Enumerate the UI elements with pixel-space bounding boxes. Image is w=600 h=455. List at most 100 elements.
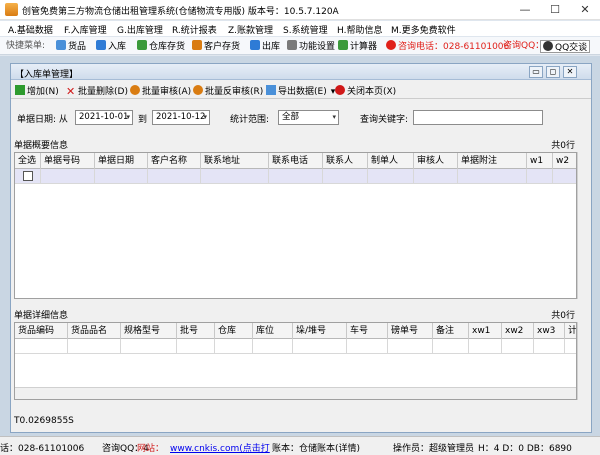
status-website-label: 网站：	[137, 444, 165, 454]
title-bar: 创管免费第三方物流仓储出租管理系统(仓储物流专用版) 版本号：10.5.7.12…	[0, 0, 600, 20]
summary-title: 单据概要信息	[14, 141, 69, 151]
menu-bar: A.基础数据 F.入库管理 G.出库管理 R.统计报表 Z.账款管理 S.系统管…	[0, 21, 600, 36]
status-bar: 话：028-61101006 咨询QQ：4 网站： www.cnkis.com(…	[0, 436, 600, 455]
col-vehicle-no[interactable]: 车号	[347, 323, 388, 339]
qq-chat-button[interactable]: QQ交谈	[540, 40, 591, 53]
menu-system[interactable]: S.系统管理	[283, 23, 328, 36]
gear-icon	[287, 40, 297, 50]
plus-icon	[15, 85, 25, 95]
date-from-picker[interactable]: 2021-10-01 ▾	[75, 110, 133, 125]
inbound-arrow-icon	[96, 40, 106, 50]
quick-customer-stock[interactable]: 客户存货	[192, 40, 240, 53]
col-xw2[interactable]: xw2	[502, 323, 534, 339]
detail-horizontal-scrollbar[interactable]	[15, 387, 576, 399]
col-warehouse[interactable]: 仓库	[215, 323, 253, 339]
chevron-down-icon: ▾	[332, 113, 336, 121]
col-order-date[interactable]: 单据日期	[95, 153, 148, 169]
col-goods-name[interactable]: 货品品名	[68, 323, 121, 339]
col-approver[interactable]: 审核人	[414, 153, 458, 169]
add-button[interactable]: 增加(N)	[15, 84, 59, 97]
date-to-picker[interactable]: 2021-10-12 ▾	[152, 110, 210, 125]
row-checkbox[interactable]	[23, 171, 33, 181]
menu-outbound[interactable]: G.出库管理	[117, 23, 163, 36]
select-all-header[interactable]: 全选	[15, 153, 41, 169]
col-w1[interactable]: w1	[527, 153, 553, 169]
batch-delete-button[interactable]: ✕ 批量删除(D)	[66, 84, 128, 97]
scope-label: 统计范围:	[230, 115, 270, 125]
keyword-label: 查询关键字:	[360, 115, 409, 125]
elapsed-time-text: T0.0269855S	[14, 416, 74, 426]
maximize-button[interactable]: ☐	[540, 0, 570, 20]
menu-help[interactable]: H.帮助信息	[337, 23, 382, 36]
status-account: 账本：仓储账本(详情)	[272, 444, 361, 454]
col-rent-method[interactable]: 计租方式	[565, 323, 576, 339]
status-counters: H：4 D：0 DB：6890	[478, 444, 572, 454]
summary-vertical-scrollbar[interactable]	[577, 152, 590, 299]
scope-select[interactable]: 全部 ▾	[278, 110, 339, 125]
summary-section-header: 单据概要信息 共0行	[11, 136, 591, 151]
summary-count: 共0行	[551, 141, 575, 151]
quick-warehouse-stock[interactable]: 仓库存货	[137, 40, 185, 53]
detail-grid-header: 货品编码 货品品名 规格型号 批号 仓库 库位 垛/堆号 车号 磅单号 备注 x…	[15, 323, 576, 339]
col-xw1[interactable]: xw1	[469, 323, 502, 339]
col-stack-no[interactable]: 垛/堆号	[293, 323, 347, 339]
x-icon: ✕	[66, 85, 76, 98]
col-location[interactable]: 库位	[253, 323, 293, 339]
status-phone: 话：028-61101006	[0, 444, 85, 454]
col-contact[interactable]: 联系人	[323, 153, 368, 169]
export-button[interactable]: 导出数据(E) ▾	[266, 84, 335, 97]
col-maker[interactable]: 制单人	[368, 153, 414, 169]
quick-settings[interactable]: 功能设置	[287, 40, 335, 53]
user-unapprove-icon	[193, 85, 203, 95]
qq-icon	[543, 41, 553, 51]
calendar-dropdown-icon: ▾	[126, 113, 130, 121]
menu-reports[interactable]: R.统计报表	[172, 23, 217, 36]
col-customer[interactable]: 客户名称	[148, 153, 201, 169]
window-title: 创管免费第三方物流仓储出租管理系统(仓储物流专用版) 版本号：10.5.7.12…	[22, 7, 339, 17]
keyword-input[interactable]	[413, 110, 543, 125]
close-page-button[interactable]: 关闭本页(X)	[335, 84, 396, 97]
phone-icon	[386, 40, 396, 50]
outbound-arrow-icon	[250, 40, 260, 50]
col-weigh-no[interactable]: 磅单号	[388, 323, 433, 339]
filter-bar: 单据日期: 从 2021-10-01 ▾ 到 2021-10-12 ▾ 统计范围: …	[11, 106, 591, 130]
quick-bar: 快捷菜单: 货品 入库 仓库存货 客户存货 出库 功能设置 计算器 咨询电话：0…	[0, 37, 600, 55]
menu-inbound[interactable]: F.入库管理	[64, 23, 107, 36]
close-button[interactable]: ✕	[570, 0, 600, 20]
col-remark[interactable]: 单据附注	[458, 153, 527, 169]
child-maximize-button[interactable]: ◻	[546, 66, 560, 78]
export-icon	[266, 85, 276, 95]
detail-count: 共0行	[551, 311, 575, 321]
col-spec[interactable]: 规格型号	[121, 323, 177, 339]
date-to-label: 到	[138, 115, 148, 125]
minimize-button[interactable]: —	[510, 0, 540, 20]
quick-outbound[interactable]: 出库	[250, 40, 280, 53]
batch-approve-button[interactable]: 批量审核(A)	[130, 84, 191, 97]
phone-contact: 咨询电话：028-61101006	[386, 40, 509, 53]
child-close-button[interactable]: ✕	[563, 66, 577, 78]
table-row[interactable]	[15, 339, 576, 354]
col-batch[interactable]: 批号	[177, 323, 215, 339]
col-goods-code[interactable]: 货品编码	[15, 323, 68, 339]
website-link[interactable]: www.cnkis.com(点击打	[170, 441, 270, 454]
col-xw3[interactable]: xw3	[534, 323, 565, 339]
quick-inbound[interactable]: 入库	[96, 40, 126, 53]
col-w2[interactable]: w2	[553, 153, 576, 169]
batch-unapprove-button[interactable]: 批量反审核(R)	[193, 84, 263, 97]
col-phone[interactable]: 联系电话	[269, 153, 323, 169]
warehouse-icon	[137, 40, 147, 50]
menu-accounts[interactable]: Z.账款管理	[228, 23, 273, 36]
menu-basic-data[interactable]: A.基础数据	[8, 23, 53, 36]
col-note[interactable]: 备注	[433, 323, 469, 339]
col-order-no[interactable]: 单据号码	[41, 153, 95, 169]
child-minimize-button[interactable]: ▭	[529, 66, 543, 78]
quick-calculator[interactable]: 计算器	[338, 40, 377, 53]
detail-vertical-scrollbar[interactable]	[577, 322, 590, 400]
quick-goods[interactable]: 货品	[56, 40, 86, 53]
row-checkbox-cell	[15, 169, 41, 184]
goods-icon	[56, 40, 66, 50]
col-address[interactable]: 联系地址	[201, 153, 269, 169]
menu-more-software[interactable]: M.更多免费软件	[391, 23, 456, 36]
table-row[interactable]	[15, 169, 576, 184]
customer-icon	[192, 40, 202, 50]
